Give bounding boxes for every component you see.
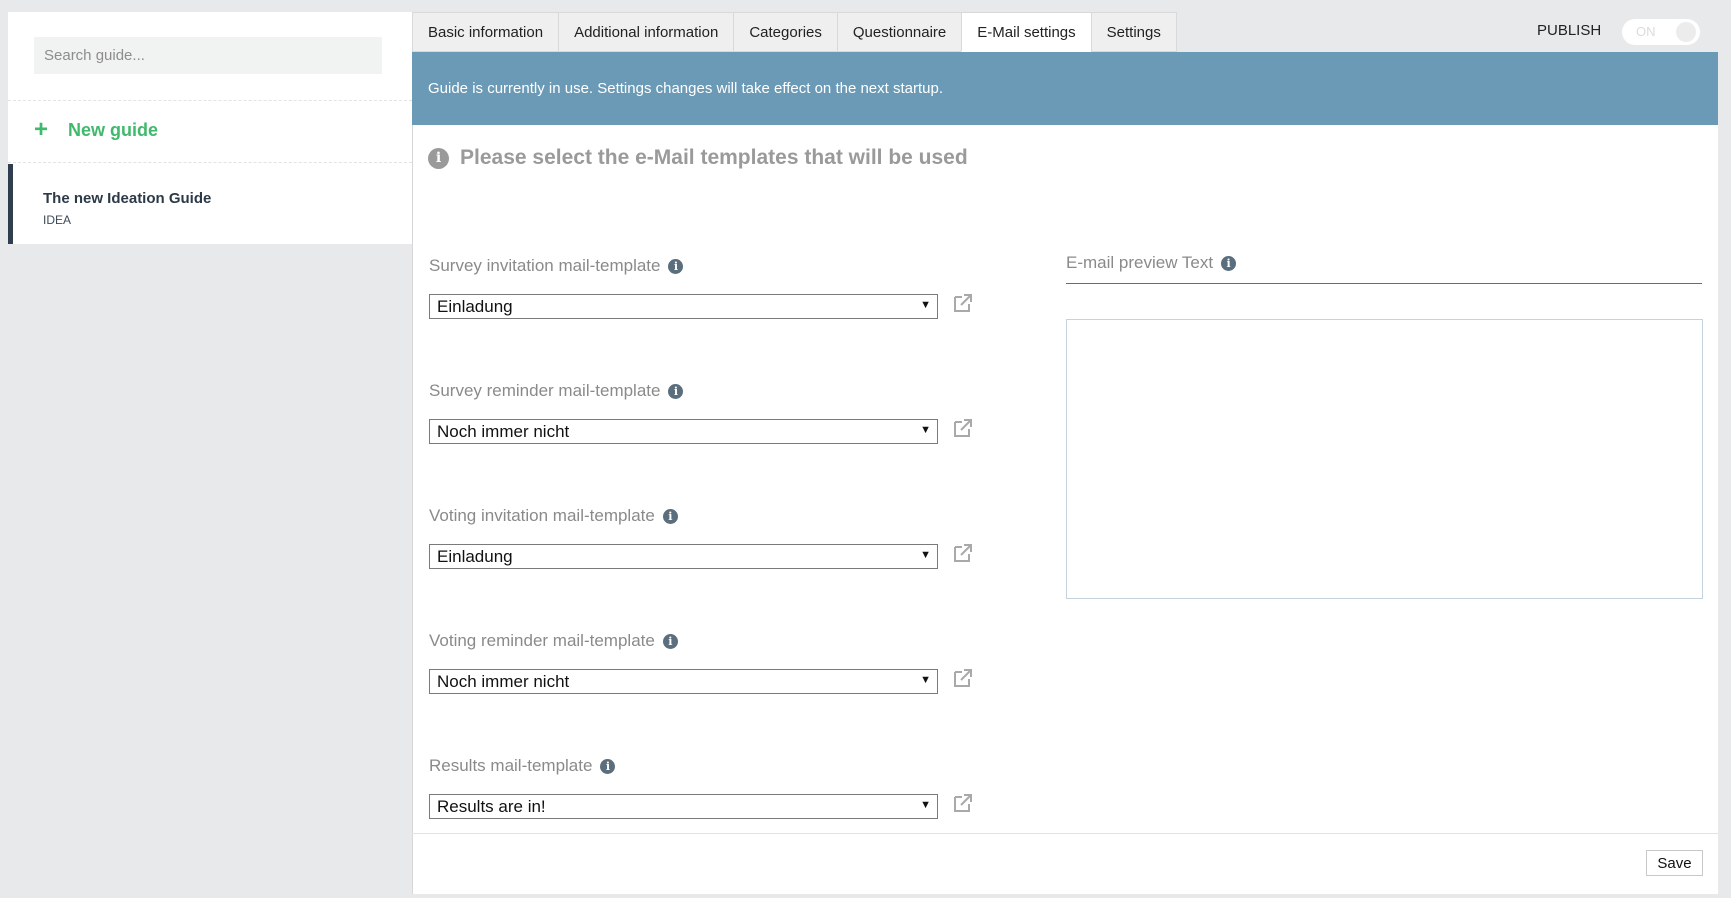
voting-reminder-select[interactable]: Noch immer nicht ▼ — [429, 669, 938, 694]
preview-divider — [1066, 283, 1702, 284]
select-value: Einladung — [437, 546, 513, 566]
new-guide-label: New guide — [68, 119, 159, 140]
toggle-text: ON — [1636, 24, 1656, 39]
select-value: Noch immer nicht — [437, 671, 570, 691]
select-value: Einladung — [437, 296, 513, 316]
field-label-text: Survey invitation mail-template — [429, 256, 661, 275]
publish-label: PUBLISH — [1537, 22, 1602, 39]
select-value: Noch immer nicht — [437, 421, 570, 441]
field-label-text: Voting invitation mail-template — [429, 506, 655, 525]
dropdown-arrow-icon: ▼ — [920, 549, 931, 561]
divider — [8, 162, 412, 163]
info-icon: i — [428, 147, 449, 169]
external-link-icon[interactable] — [952, 292, 974, 314]
tab-questionnaire[interactable]: Questionnaire — [836, 12, 962, 52]
external-link-icon[interactable] — [952, 542, 974, 564]
search-guide-input[interactable] — [34, 37, 382, 74]
footer-divider — [412, 833, 1718, 834]
tab-basic-information[interactable]: Basic information — [412, 12, 559, 52]
voting-reminder-label: Voting reminder mail-template i — [429, 631, 678, 651]
info-icon[interactable]: i — [662, 633, 678, 649]
tab-additional-information[interactable]: Additional information — [558, 12, 734, 52]
publish-toggle[interactable]: ON — [1622, 19, 1700, 45]
section-title-text: Please select the e-Mail templates that … — [460, 146, 968, 169]
results-select[interactable]: Results are in! ▼ — [429, 794, 938, 819]
voting-invitation-label: Voting invitation mail-template i — [429, 506, 678, 526]
info-icon[interactable]: i — [600, 758, 616, 774]
section-title: i Please select the e-Mail templates tha… — [428, 146, 968, 170]
dropdown-arrow-icon: ▼ — [920, 299, 931, 311]
external-link-icon[interactable] — [952, 667, 974, 689]
voting-invitation-select[interactable]: Einladung ▼ — [429, 544, 938, 569]
tab-email-settings[interactable]: E-Mail settings — [961, 12, 1091, 52]
select-value: Results are in! — [437, 796, 546, 816]
field-label-text: Results mail-template — [429, 756, 593, 775]
dropdown-arrow-icon: ▼ — [920, 674, 931, 686]
external-link-icon[interactable] — [952, 792, 974, 814]
plus-icon: + — [34, 116, 49, 143]
toggle-knob — [1676, 22, 1696, 42]
email-preview-box — [1066, 319, 1703, 599]
banner-text: Guide is currently in use. Settings chan… — [428, 80, 944, 97]
survey-invitation-label: Survey invitation mail-template i — [429, 256, 684, 276]
tab-settings[interactable]: Settings — [1090, 12, 1177, 52]
divider — [8, 100, 412, 101]
survey-invitation-select[interactable]: Einladung ▼ — [429, 294, 938, 319]
sidebar: + New guide The new Ideation Guide IDEA — [8, 12, 412, 244]
dropdown-arrow-icon: ▼ — [920, 424, 931, 436]
status-banner: Guide is currently in use. Settings chan… — [412, 52, 1718, 125]
field-label-text: Survey reminder mail-template — [429, 381, 661, 400]
email-preview-label: E-mail preview Text i — [1066, 253, 1237, 273]
info-icon[interactable]: i — [1221, 255, 1237, 271]
guide-code: IDEA — [43, 213, 72, 227]
info-icon[interactable]: i — [668, 383, 684, 399]
tab-bar: Basic information Additional information… — [412, 12, 1177, 52]
info-icon[interactable]: i — [662, 508, 678, 524]
external-link-icon[interactable] — [952, 417, 974, 439]
new-guide-button[interactable]: + New guide — [34, 118, 158, 142]
survey-reminder-select[interactable]: Noch immer nicht ▼ — [429, 419, 938, 444]
save-button[interactable]: Save — [1646, 850, 1703, 876]
results-label: Results mail-template i — [429, 756, 616, 776]
info-icon[interactable]: i — [668, 258, 684, 274]
dropdown-arrow-icon: ▼ — [920, 799, 931, 811]
guide-list-item[interactable]: The new Ideation Guide IDEA — [8, 164, 412, 244]
tab-categories[interactable]: Categories — [733, 12, 837, 52]
guide-title: The new Ideation Guide — [43, 190, 212, 207]
survey-reminder-label: Survey reminder mail-template i — [429, 381, 684, 401]
field-label-text: Voting reminder mail-template — [429, 631, 655, 650]
preview-label-text: E-mail preview Text — [1066, 253, 1214, 272]
